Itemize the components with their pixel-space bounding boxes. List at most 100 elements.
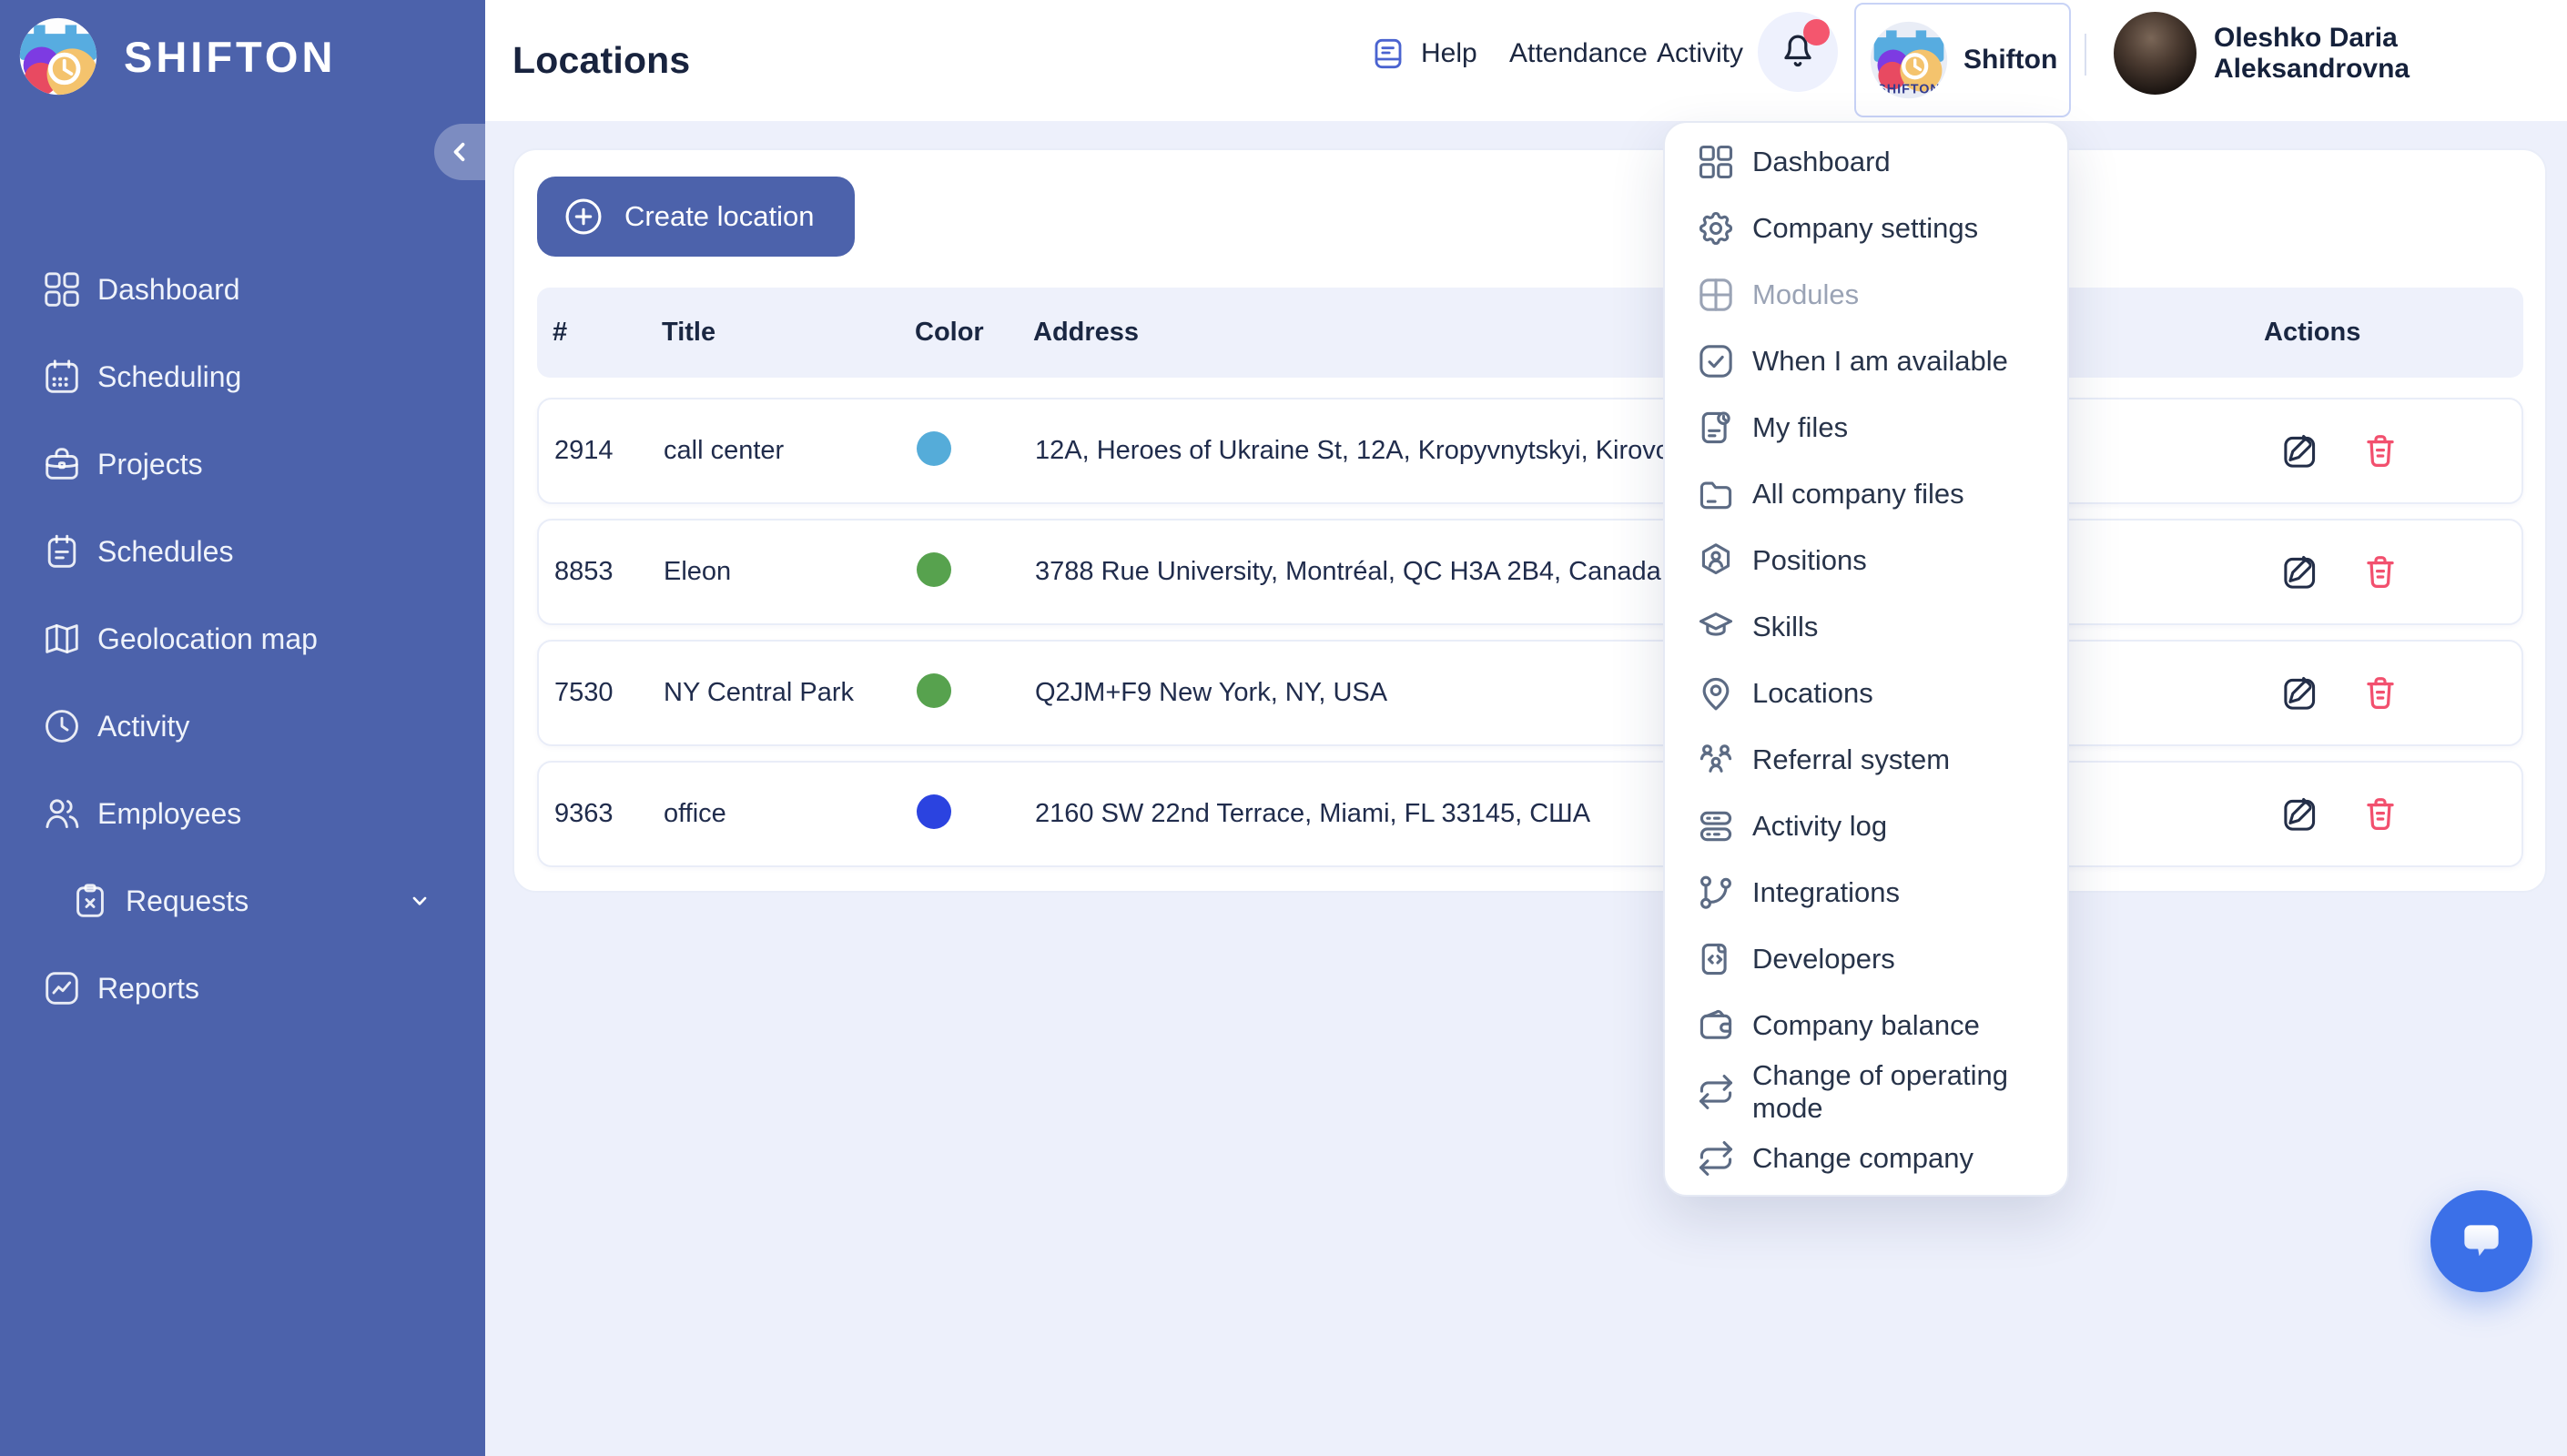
sidebar-collapse-button[interactable]: [434, 124, 485, 180]
sidebar-item-label: Requests: [126, 885, 249, 918]
wallet-icon: [1696, 1006, 1736, 1046]
notifications-button[interactable]: [1758, 12, 1838, 92]
sidebar-item-label: Activity: [97, 710, 189, 743]
company-logo: SHIFTON: [1867, 18, 1951, 102]
edit-button[interactable]: [2279, 551, 2321, 593]
gear-icon: [1696, 208, 1736, 248]
menu-item-label: Change of operating mode: [1752, 1059, 2067, 1125]
check-square-icon: [1696, 341, 1736, 381]
column-header-actions: Actions: [2248, 318, 2523, 348]
table-header: # Title Color Address Actions: [537, 288, 2523, 378]
menu-item-label: Skills: [1752, 611, 1818, 643]
table-row: 9363 office 2160 SW 22nd Terrace, Miami,…: [537, 761, 2523, 867]
sidebar-item-label: Dashboard: [97, 273, 240, 307]
menu-item-my-files[interactable]: My files: [1665, 394, 2067, 460]
edit-button[interactable]: [2279, 794, 2321, 835]
menu-item-all-company-files[interactable]: All company files: [1665, 460, 2067, 527]
clock-icon: [41, 705, 83, 747]
trash-icon-button[interactable]: [2359, 672, 2401, 714]
chat-widget-button[interactable]: [2430, 1190, 2532, 1292]
clipboard-x-icon: [69, 880, 111, 922]
sidebar-item-requests[interactable]: Requests: [0, 857, 485, 945]
sidebar-item-projects[interactable]: Projects: [0, 420, 485, 508]
menu-item-label: Dashboard: [1752, 146, 1891, 178]
clipboard-lines-icon: [41, 531, 83, 572]
location-title: call center: [648, 436, 903, 466]
grid-icon: [41, 268, 83, 310]
brand[interactable]: SHIFTON: [16, 15, 336, 98]
svg-text:SHIFTON: SHIFTON: [1877, 82, 1940, 96]
sidebar-item-geolocation-map[interactable]: Geolocation map: [0, 595, 485, 682]
menu-item-positions[interactable]: Positions: [1665, 527, 2067, 593]
column-header-title: Title: [646, 318, 901, 348]
menu-item-integrations[interactable]: Integrations: [1665, 859, 2067, 925]
menu-item-change-company[interactable]: Change company: [1665, 1125, 2067, 1191]
sidebar-item-dashboard[interactable]: Dashboard: [0, 246, 485, 333]
menu-item-developers[interactable]: Developers: [1665, 925, 2067, 992]
menu-item-label: Integrations: [1752, 876, 1900, 909]
menu-item-referral-system[interactable]: Referral system: [1665, 726, 2067, 793]
folder-icon: [1696, 474, 1736, 514]
menu-item-skills[interactable]: Skills: [1665, 593, 2067, 660]
table-row: 8853 Eleon 3788 Rue University, Montréal…: [537, 519, 2523, 625]
swap-arrows-icon: [1696, 1138, 1736, 1178]
nav-attendance[interactable]: Attendance: [1509, 0, 1648, 107]
code-file-icon: [1696, 939, 1736, 979]
git-branch-icon: [1696, 873, 1736, 913]
menu-item-activity-log[interactable]: Activity log: [1665, 793, 2067, 859]
menu-item-label: All company files: [1752, 478, 1964, 511]
menu-item-label: Locations: [1752, 677, 1873, 710]
create-location-button[interactable]: Create location: [537, 177, 855, 257]
user-avatar[interactable]: [2114, 12, 2197, 95]
plus-circle-icon: [561, 194, 606, 239]
calendar-dots-icon: [41, 356, 83, 398]
graduation-cap-icon: [1696, 607, 1736, 647]
edit-button[interactable]: [2279, 672, 2321, 714]
location-id: 8853: [539, 557, 648, 587]
location-title: office: [648, 799, 903, 829]
column-header-color: Color: [901, 318, 1015, 348]
trash-icon-button[interactable]: [2359, 430, 2401, 472]
shifton-logo: [16, 15, 100, 98]
table-row: 2914 call center 12A, Heroes of Ukraine …: [537, 398, 2523, 504]
help-book-icon: [1370, 35, 1406, 72]
trash-icon-button[interactable]: [2359, 551, 2401, 593]
people-network-icon: [1696, 740, 1736, 780]
location-color-dot: [917, 794, 951, 829]
sidebar-item-schedules[interactable]: Schedules: [0, 508, 485, 595]
location-color-dot: [917, 552, 951, 587]
sidebar-item-reports[interactable]: Reports: [0, 945, 485, 1032]
sidebar-item-label: Scheduling: [97, 360, 241, 394]
sidebar-item-employees[interactable]: Employees: [0, 770, 485, 857]
menu-item-when-i-am-available[interactable]: When I am available: [1665, 328, 2067, 394]
menu-item-label: Company settings: [1752, 212, 1978, 245]
menu-item-locations[interactable]: Locations: [1665, 660, 2067, 726]
menu-item-label: My files: [1752, 411, 1848, 444]
company-name: Shifton: [1963, 45, 2057, 76]
menu-item-company-balance[interactable]: Company balance: [1665, 992, 2067, 1058]
edit-button[interactable]: [2279, 430, 2321, 472]
user-name[interactable]: Oleshko Daria Aleksandrovna: [2214, 0, 2567, 107]
grid-icon: [1696, 142, 1736, 182]
menu-item-modules[interactable]: Modules: [1665, 261, 2067, 328]
app-root: Locations Help Attendance Activity: [0, 0, 2567, 1456]
chevron-down-icon: [403, 885, 436, 917]
help-link[interactable]: Help: [1370, 0, 1477, 107]
company-dropdown-menu: Dashboard Company settings Modules: [1663, 121, 2069, 1197]
menu-item-change-operating-mode[interactable]: Change of operating mode: [1665, 1058, 2067, 1125]
top-bar: Locations Help Attendance Activity: [485, 0, 2567, 121]
sidebar-item-label: Schedules: [97, 535, 233, 569]
trend-icon: [41, 967, 83, 1009]
column-header-id: #: [537, 318, 646, 348]
menu-item-dashboard[interactable]: Dashboard: [1665, 128, 2067, 195]
menu-item-label: Company balance: [1752, 1009, 1980, 1042]
sidebar-item-scheduling[interactable]: Scheduling: [0, 333, 485, 420]
nav-activity[interactable]: Activity: [1657, 0, 1743, 107]
sidebar-item-label: Geolocation map: [97, 622, 318, 656]
sidebar-item-activity[interactable]: Activity: [0, 682, 485, 770]
menu-item-company-settings[interactable]: Company settings: [1665, 195, 2067, 261]
company-switcher[interactable]: SHIFTON Shifton: [1854, 3, 2071, 117]
trash-icon-button[interactable]: [2359, 794, 2401, 835]
menu-item-label: When I am available: [1752, 345, 2008, 378]
create-location-label: Create location: [624, 200, 815, 233]
